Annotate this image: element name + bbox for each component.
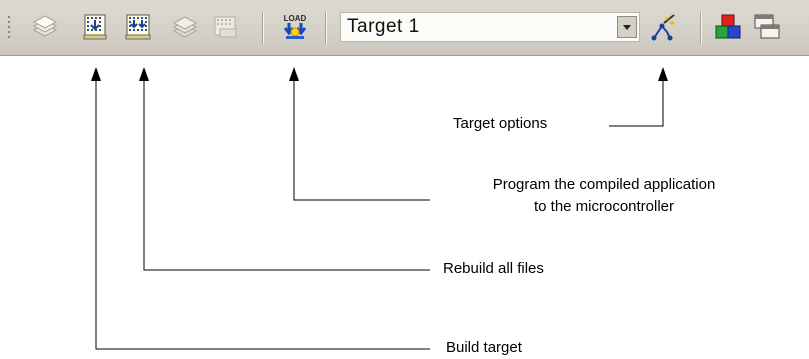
build-target-arrowhead xyxy=(91,67,101,81)
build-target-arrow xyxy=(95,72,430,350)
rebuild-all-arrowhead xyxy=(139,67,149,81)
target-options-arrow xyxy=(609,72,664,127)
program-label: Program the compiled application to the … xyxy=(444,174,764,218)
target-options-label: Target options xyxy=(453,115,548,132)
program-label-line2: to the microcontroller xyxy=(533,198,675,215)
target-options-arrowhead xyxy=(658,67,668,81)
build-target-label: Build target xyxy=(446,339,522,356)
rebuild-all-label: Rebuild all files xyxy=(443,260,544,277)
program-arrowhead xyxy=(289,67,299,81)
program-label-line1: Program the compiled application xyxy=(492,176,716,193)
program-arrow xyxy=(293,72,430,201)
rebuild-all-arrow xyxy=(143,72,430,271)
